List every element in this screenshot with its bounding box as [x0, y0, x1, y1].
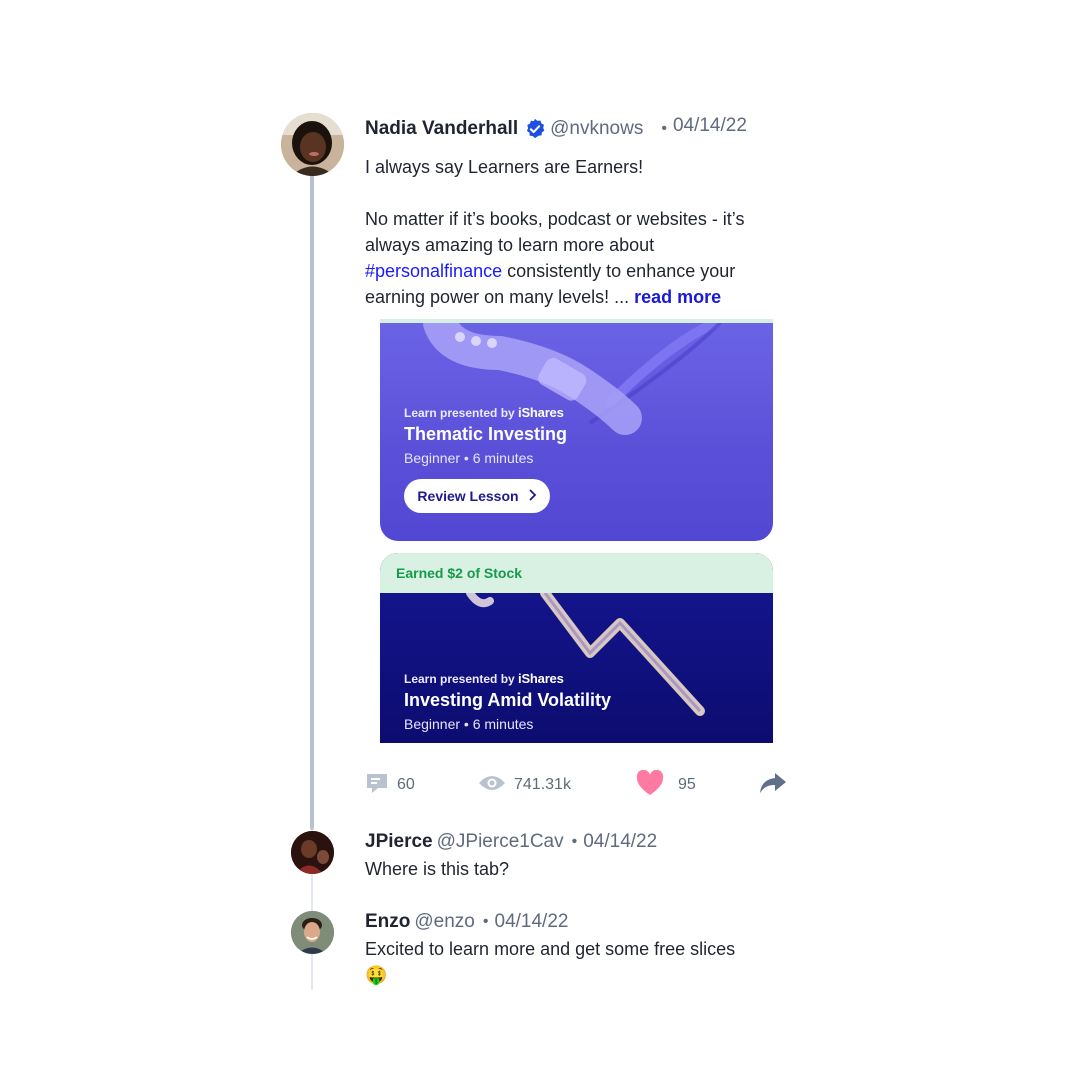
post-date: 04/14/22 [672, 115, 747, 136]
post-header: Nadia Vanderhall @nvknows • 04/14/22 [365, 114, 747, 144]
reply-text: Where is this tab? [365, 859, 510, 879]
reply-text: Excited to learn more and get some free … [365, 936, 795, 988]
lesson-meta: Beginner • 6 minutes [404, 716, 534, 732]
reply-date: 04/14/22 [494, 911, 569, 932]
share-icon [759, 771, 787, 800]
reply-header: JPierce @JPierce1Cav • 04/14/22 [365, 831, 657, 853]
views-action: 741.31k [478, 770, 571, 800]
post-text-prefix: No matter if it’s books, podcast or webs… [365, 209, 745, 255]
author-handle[interactable]: @nvknows [550, 118, 643, 140]
heart-icon [636, 769, 664, 801]
lesson-card-volatility[interactable]: Earned $2 of Stock Learn presented by iS… [380, 553, 773, 743]
presented-label: Learn presented by [404, 672, 515, 686]
comment-action[interactable]: 60 [365, 770, 415, 800]
reply-author-name[interactable]: JPierce [365, 831, 433, 853]
reply-photo [291, 831, 334, 874]
separator-dot: • [571, 833, 578, 850]
share-button[interactable] [759, 770, 787, 800]
post-paragraph-2: No matter if it’s books, podcast or webs… [365, 206, 795, 310]
author-name[interactable]: Nadia Vanderhall [365, 118, 518, 140]
money-face-emoji: 🤑 [365, 965, 388, 985]
lesson-meta: Beginner • 6 minutes [404, 450, 534, 466]
brand-name: iShares [518, 405, 564, 420]
separator-dot: • [661, 120, 667, 137]
presented-by: Learn presented by iShares [404, 405, 564, 420]
hashtag-link[interactable]: #personalfinance [365, 261, 502, 281]
reply-avatar[interactable] [291, 911, 334, 954]
lesson-title: Investing Amid Volatility [404, 690, 612, 710]
eye-icon [478, 773, 506, 798]
comment-count: 60 [397, 776, 415, 793]
chevron-right-icon [529, 488, 537, 504]
reply-handle[interactable]: @enzo [414, 911, 475, 933]
brand-name: iShares [518, 671, 564, 686]
presented-label: Learn presented by [404, 406, 515, 420]
card2-body: Learn presented by iShares Investing Ami… [380, 593, 773, 743]
comment-icon [365, 771, 389, 800]
reply-text-content: Excited to learn more and get some free … [365, 939, 736, 959]
reply-handle[interactable]: @JPierce1Cav [437, 831, 564, 853]
reply-author-name[interactable]: Enzo [365, 911, 410, 933]
author-avatar[interactable] [281, 113, 344, 176]
views-count: 741.31k [514, 776, 571, 793]
author-photo [281, 113, 344, 176]
review-lesson-button[interactable]: Review Lesson [404, 479, 550, 513]
post-line-1: I always say Learners are Earners! [365, 157, 644, 177]
like-action[interactable]: 95 [636, 769, 696, 801]
reply-photo [291, 911, 334, 954]
separator-dot: • [482, 913, 489, 930]
review-lesson-label: Review Lesson [417, 488, 519, 504]
thread-line [310, 150, 314, 830]
reply-avatar[interactable] [291, 831, 334, 874]
reply-header: Enzo @enzo • 04/14/22 [365, 911, 568, 933]
earned-banner: Earned $2 of Stock [380, 553, 773, 593]
read-more-link[interactable]: read more [634, 287, 721, 307]
lesson-card-thematic[interactable]: Learn presented by iShares Thematic Inve… [380, 319, 773, 541]
like-count: 95 [678, 776, 696, 793]
presented-by: Learn presented by iShares [404, 671, 564, 686]
lesson-title: Thematic Investing [404, 424, 568, 444]
verified-badge-icon [524, 118, 546, 140]
post-text: I always say Learners are Earners! No ma… [365, 154, 795, 310]
reply-date: 04/14/22 [583, 831, 658, 852]
